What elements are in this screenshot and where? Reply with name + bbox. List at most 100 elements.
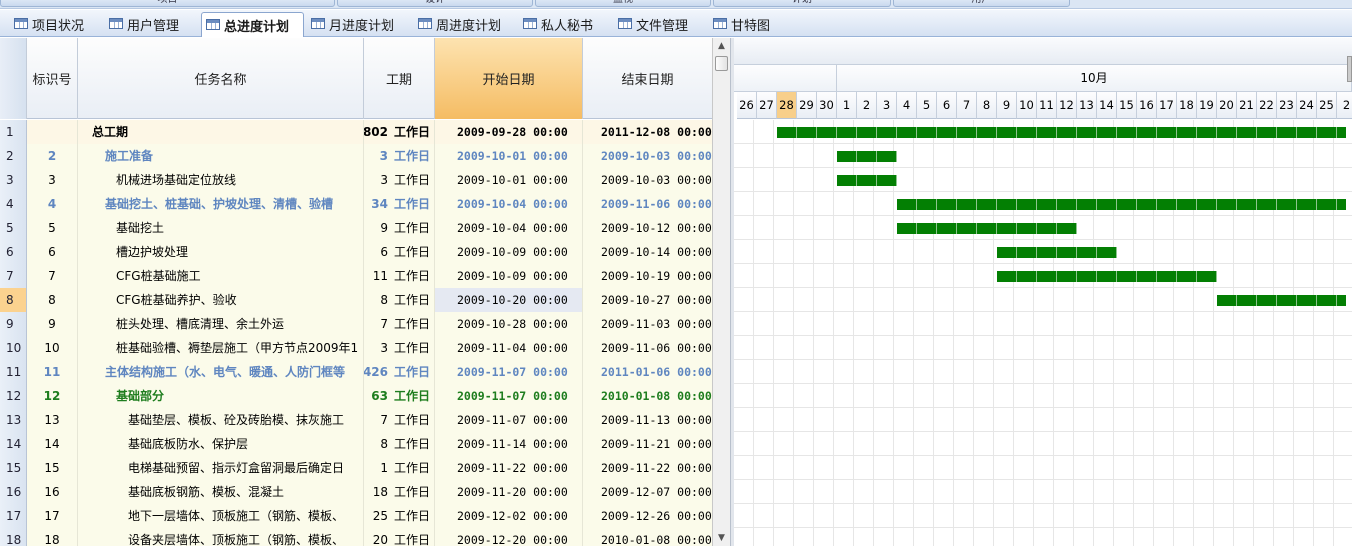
cell-end-date[interactable]: 2009-10-12 00:00 — [583, 216, 712, 240]
gantt-task-bar[interactable] — [837, 175, 897, 186]
gantt-task-bar[interactable] — [777, 127, 1346, 138]
row-number[interactable]: 14 — [0, 432, 27, 456]
row-number[interactable]: 13 — [0, 408, 27, 432]
scroll-down-arrow-icon[interactable]: ▼ — [716, 533, 727, 543]
cell-end-date[interactable]: 2011-01-06 00:00 — [583, 360, 712, 384]
table-row[interactable]: 1 总工期 802 工作日 2009-09-28 00:00 2011-12-08 00:… — [0, 120, 712, 144]
cell-id[interactable]: 15 — [27, 456, 78, 480]
cell-start-date[interactable]: 2009-10-04 00:00 — [435, 192, 583, 216]
gantt-task-bar[interactable] — [837, 151, 897, 162]
cell-id[interactable]: 4 — [27, 192, 78, 216]
cell-task-name[interactable]: 基础底板钢筋、模板、混凝土 — [78, 480, 364, 504]
row-number[interactable]: 12 — [0, 384, 27, 408]
tab-4[interactable]: 周进度计划 — [414, 12, 514, 36]
cell-task-name[interactable]: 总工期 — [78, 120, 364, 144]
cell-duration[interactable]: 11 工作日 — [364, 264, 435, 288]
gantt-task-bar[interactable] — [897, 223, 1077, 234]
cell-start-date[interactable]: 2009-09-28 00:00 — [435, 120, 583, 144]
row-number[interactable]: 3 — [0, 168, 27, 192]
table-row[interactable]: 16 16 基础底板钢筋、模板、混凝土 18 工作日 2009-11-20 00:00 20… — [0, 480, 712, 504]
row-number[interactable]: 17 — [0, 504, 27, 528]
cell-id[interactable]: 9 — [27, 312, 78, 336]
top-menu-button[interactable]: 计划 — [713, 0, 891, 7]
scrollbar-thumb[interactable] — [715, 56, 728, 71]
cell-task-name[interactable]: 槽边护坡处理 — [78, 240, 364, 264]
row-number[interactable]: 16 — [0, 480, 27, 504]
cell-duration[interactable]: 34 工作日 — [364, 192, 435, 216]
top-menu-button[interactable]: 设计 — [337, 0, 533, 7]
cell-task-name[interactable]: CFG桩基础养护、验收 — [78, 288, 364, 312]
cell-task-name[interactable]: 主体结构施工（水、电气、暖通、人防门框等 — [78, 360, 364, 384]
cell-end-date[interactable]: 2009-10-27 00:00 — [583, 288, 712, 312]
cell-id[interactable] — [27, 120, 78, 144]
column-header-name[interactable]: 任务名称 — [78, 38, 364, 119]
row-number[interactable]: 8 — [0, 288, 27, 312]
tab-6[interactable]: 文件管理 — [614, 12, 704, 36]
cell-duration[interactable]: 7 工作日 — [364, 312, 435, 336]
tab-7[interactable]: 甘特图 — [709, 12, 789, 36]
cell-task-name[interactable]: 桩头处理、槽底清理、余土外运 — [78, 312, 364, 336]
cell-task-name[interactable]: 基础部分 — [78, 384, 364, 408]
table-row[interactable]: 8 8 CFG桩基础养护、验收 8 工作日 2009-10-20 00:00 2009-10… — [0, 288, 712, 312]
cell-id[interactable]: 10 — [27, 336, 78, 360]
cell-end-date[interactable]: 2009-10-19 00:00 — [583, 264, 712, 288]
cell-end-date[interactable]: 2009-11-03 00:00 — [583, 312, 712, 336]
tab-1[interactable]: 用户管理 — [105, 12, 195, 36]
tab-2[interactable]: 总进度计划 — [201, 12, 304, 37]
tab-0[interactable]: 项目状况 — [10, 12, 100, 36]
cell-end-date[interactable]: 2009-10-14 00:00 — [583, 240, 712, 264]
column-header-duration[interactable]: 工期 — [364, 38, 435, 119]
row-number[interactable]: 5 — [0, 216, 27, 240]
cell-end-date[interactable]: 2010-01-08 00:00 — [583, 528, 712, 546]
cell-start-date[interactable]: 2009-12-02 00:00 — [435, 504, 583, 528]
cell-id[interactable]: 6 — [27, 240, 78, 264]
cell-id[interactable]: 7 — [27, 264, 78, 288]
cell-end-date[interactable]: 2009-11-06 00:00 — [583, 336, 712, 360]
table-row[interactable]: 7 7 CFG桩基础施工 11 工作日 2009-10-09 00:00 2009-10-1… — [0, 264, 712, 288]
table-row[interactable]: 17 17 地下一层墙体、顶板施工（钢筋、模板、 25 工作日 2009-12-02 00… — [0, 504, 712, 528]
cell-start-date[interactable]: 2009-11-07 00:00 — [435, 360, 583, 384]
cell-end-date[interactable]: 2009-11-22 00:00 — [583, 456, 712, 480]
cell-id[interactable]: 14 — [27, 432, 78, 456]
gantt-task-bar[interactable] — [997, 271, 1217, 282]
cell-start-date[interactable]: 2009-11-07 00:00 — [435, 384, 583, 408]
cell-id[interactable]: 18 — [27, 528, 78, 546]
cell-task-name[interactable]: 地下一层墙体、顶板施工（钢筋、模板、 — [78, 504, 364, 528]
cell-task-name[interactable]: 电梯基础预留、指示灯盒留洞最后确定日 — [78, 456, 364, 480]
cell-start-date[interactable]: 2009-12-20 00:00 — [435, 528, 583, 546]
row-number[interactable]: 1 — [0, 120, 27, 144]
cell-start-date[interactable]: 2009-10-09 00:00 — [435, 264, 583, 288]
table-row[interactable]: 4 4 基础挖土、桩基础、护坡处理、清槽、验槽 34 工作日 2009-10-04 00:… — [0, 192, 712, 216]
cell-task-name[interactable]: 基础垫层、模板、砼及砖胎模、抹灰施工 — [78, 408, 364, 432]
table-row[interactable]: 11 11 主体结构施工（水、电气、暖通、人防门框等 426 工作日 2009-11-07… — [0, 360, 712, 384]
table-row[interactable]: 2 2 施工准备 3 工作日 2009-10-01 00:00 2009-10-03 00:… — [0, 144, 712, 168]
gantt-task-bar[interactable] — [997, 247, 1117, 258]
table-row[interactable]: 12 12 基础部分 63 工作日 2009-11-07 00:00 2010-01-08 … — [0, 384, 712, 408]
cell-task-name[interactable]: 基础挖土、桩基础、护坡处理、清槽、验槽 — [78, 192, 364, 216]
cell-duration[interactable]: 9 工作日 — [364, 216, 435, 240]
cell-duration[interactable]: 25 工作日 — [364, 504, 435, 528]
cell-duration[interactable]: 3 工作日 — [364, 144, 435, 168]
cell-start-date[interactable]: 2009-10-28 00:00 — [435, 312, 583, 336]
cell-id[interactable]: 3 — [27, 168, 78, 192]
cell-duration[interactable]: 7 工作日 — [364, 408, 435, 432]
table-row[interactable]: 9 9 桩头处理、槽底清理、余土外运 7 工作日 2009-10-28 00:00 2009… — [0, 312, 712, 336]
cell-start-date[interactable]: 2009-11-20 00:00 — [435, 480, 583, 504]
table-row[interactable]: 18 18 设备夹层墙体、顶板施工（钢筋、模板、 20 工作日 2009-12-20 00… — [0, 528, 712, 546]
gantt-task-bar[interactable] — [897, 199, 1346, 210]
tab-3[interactable]: 月进度计划 — [307, 12, 407, 36]
row-number[interactable]: 7 — [0, 264, 27, 288]
cell-duration[interactable]: 3 工作日 — [364, 168, 435, 192]
cell-start-date[interactable]: 2009-10-01 00:00 — [435, 168, 583, 192]
column-header-start[interactable]: 开始日期 — [435, 38, 583, 119]
cell-end-date[interactable]: 2009-10-03 00:00 — [583, 144, 712, 168]
table-row[interactable]: 15 15 电梯基础预留、指示灯盒留洞最后确定日 1 工作日 2009-11-22 00:… — [0, 456, 712, 480]
cell-start-date[interactable]: 2009-11-07 00:00 — [435, 408, 583, 432]
cell-task-name[interactable]: 基础挖土 — [78, 216, 364, 240]
cell-duration[interactable]: 18 工作日 — [364, 480, 435, 504]
table-row[interactable]: 13 13 基础垫层、模板、砼及砖胎模、抹灰施工 7 工作日 2009-11-07 00:… — [0, 408, 712, 432]
table-row[interactable]: 10 10 桩基础验槽、褥垫层施工（甲方节点2009年1 3 工作日 2009-11-04… — [0, 336, 712, 360]
cell-id[interactable]: 11 — [27, 360, 78, 384]
cell-start-date[interactable]: 2009-10-09 00:00 — [435, 240, 583, 264]
grid-vertical-scrollbar[interactable]: ▲ ▼ — [712, 38, 730, 546]
